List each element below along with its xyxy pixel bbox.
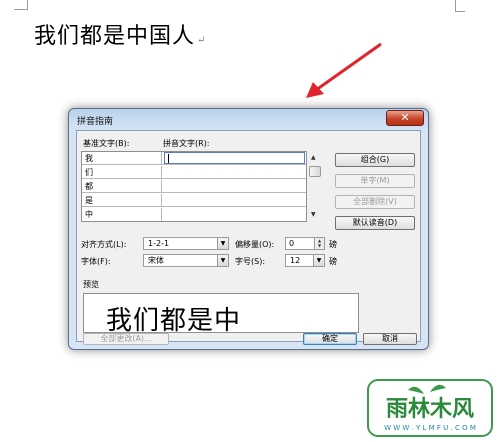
ruby-text-label: 拼音文字(R):: [163, 139, 210, 148]
preview-label: 预览: [83, 280, 99, 289]
font-label: 字体(F):: [81, 257, 111, 266]
base-cell[interactable]: 中: [85, 209, 93, 220]
chevron-down-icon[interactable]: ▼: [217, 255, 228, 266]
watermark-logo: 雨林木风 W W W . Y L M F U . C O M: [366, 378, 494, 438]
cell-divider: [161, 152, 162, 165]
alignment-label: 对齐方式(L):: [81, 240, 127, 249]
cell-divider: [161, 180, 162, 193]
default-reading-button[interactable]: 默认读音(D): [335, 216, 415, 230]
cell-divider: [161, 166, 162, 179]
offset-label: 偏移量(O):: [235, 240, 275, 249]
size-value: 12: [290, 256, 301, 265]
size-select[interactable]: 12 ▼: [285, 254, 325, 267]
base-text-label: 基准文字(B):: [83, 139, 130, 148]
grid-row: 是: [82, 194, 306, 207]
preview-box: 我们都是中: [83, 293, 359, 336]
font-select[interactable]: 宋体 ▼: [143, 254, 229, 267]
offset-value: 0: [289, 239, 295, 248]
base-cell[interactable]: 们: [85, 167, 93, 178]
grid-row: 中: [82, 208, 306, 221]
grid-row: 都: [82, 180, 306, 193]
text-caret: [168, 154, 169, 163]
phonetic-guide-dialog: 拼音指南 ✕ 基准文字(B): 拼音文字(R): 我 们 都 是 中 ▲ ▼ 组…: [68, 108, 429, 350]
phonetic-grid: 我 们 都 是 中: [81, 151, 307, 222]
clear-all-button[interactable]: 全部删除(V): [335, 195, 415, 209]
spin-arrows-icon[interactable]: ▲ ▼: [314, 238, 324, 249]
font-value: 宋体: [148, 256, 164, 265]
size-unit: 磅: [329, 257, 337, 266]
scroll-down-icon[interactable]: ▼: [311, 211, 316, 218]
watermark-brand: 雨林木风: [386, 397, 474, 422]
preview-text: 我们都是中: [106, 306, 242, 336]
grid-row: 们: [82, 166, 306, 179]
ruby-cell[interactable]: [164, 194, 305, 206]
alignment-select[interactable]: 1-2-1 ▼: [143, 237, 229, 250]
offset-stepper[interactable]: 0 ▲ ▼: [285, 237, 325, 250]
grid-row: 我: [82, 152, 306, 165]
grid-scrollbar[interactable]: ▲ ▼: [308, 151, 322, 222]
ruby-cell[interactable]: [164, 152, 305, 164]
change-all-button[interactable]: 全部更改(A)...: [83, 333, 169, 345]
cancel-button[interactable]: 取消: [363, 333, 417, 345]
ok-button[interactable]: 确定: [303, 333, 357, 345]
offset-unit: 磅: [329, 240, 337, 249]
dialog-body: 基准文字(B): 拼音文字(R): 我 们 都 是 中 ▲ ▼ 组合(G) 单字…: [76, 130, 421, 345]
scroll-up-icon[interactable]: ▲: [311, 154, 316, 161]
chevron-down-icon[interactable]: ▼: [217, 238, 228, 249]
watermark-url: W W W . Y L M F U . C O M: [384, 424, 476, 432]
group-button[interactable]: 组合(G): [335, 153, 415, 167]
cell-divider: [161, 208, 162, 221]
close-button[interactable]: ✕: [386, 110, 424, 126]
ruby-cell[interactable]: [164, 166, 305, 178]
chevron-down-icon[interactable]: ▼: [313, 255, 324, 266]
scroll-thumb[interactable]: [309, 166, 321, 177]
ruby-cell[interactable]: [164, 208, 305, 220]
cell-divider: [161, 194, 162, 207]
base-cell[interactable]: 是: [85, 195, 93, 206]
ruby-cell[interactable]: [164, 180, 305, 192]
dialog-title: 拼音指南: [77, 117, 114, 127]
size-label: 字号(S):: [235, 257, 266, 266]
base-cell[interactable]: 都: [85, 181, 93, 192]
single-char-button[interactable]: 单字(M): [335, 174, 415, 188]
base-cell[interactable]: 我: [85, 153, 93, 164]
alignment-value: 1-2-1: [148, 239, 170, 248]
